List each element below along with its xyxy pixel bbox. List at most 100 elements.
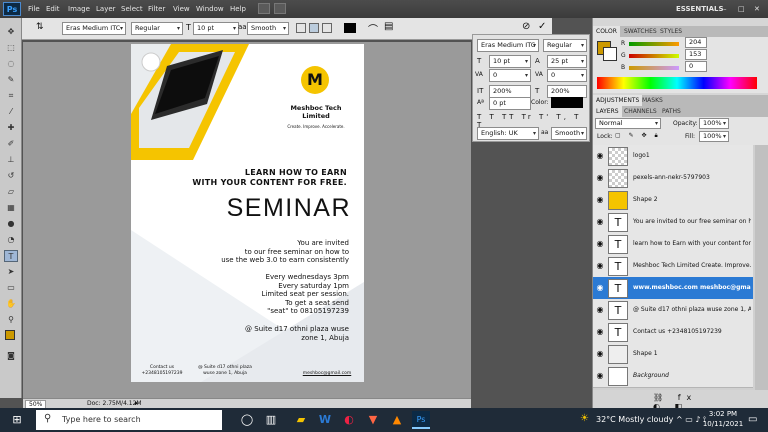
g-slider[interactable] [629, 54, 679, 58]
lasso-tool-icon[interactable]: ◌ [4, 58, 18, 70]
minibridge-icon[interactable] [274, 3, 286, 14]
vlc-icon[interactable]: ▲ [388, 411, 406, 429]
menu-file[interactable]: File [28, 5, 40, 13]
history-brush-icon[interactable]: ↺ [4, 170, 18, 182]
tab-styles[interactable]: STYLES [657, 26, 685, 37]
path-select-icon[interactable]: ➤ [4, 266, 18, 278]
visibility-eye-icon[interactable]: ◉ [595, 261, 605, 271]
menu-select[interactable]: Select [121, 5, 143, 13]
antialias-select[interactable]: Smooth [247, 22, 289, 35]
opacity-input[interactable]: 100% [699, 118, 729, 129]
menu-filter[interactable]: Filter [148, 5, 165, 13]
status-arrow-icon[interactable]: ▸ [135, 399, 139, 407]
windows-start-icon[interactable]: ⊞ [8, 411, 26, 429]
visibility-eye-icon[interactable]: ◉ [595, 349, 605, 359]
zoom-tool-icon[interactable]: ⚲ [4, 314, 18, 326]
move-tool-icon[interactable]: ✥ [4, 26, 18, 38]
search-input[interactable]: Type here to search [36, 410, 222, 430]
task-switch-icon[interactable]: ▥ [262, 411, 280, 429]
text-color-swatch[interactable] [344, 23, 356, 33]
healing-tool-icon[interactable]: ✚ [4, 122, 18, 134]
char-font-family[interactable]: Eras Medium ITC [477, 39, 539, 52]
type-tool-icon[interactable]: T [4, 250, 18, 262]
layer-row[interactable]: ◉ logo1 [593, 145, 753, 168]
blur-tool-icon[interactable]: ● [4, 218, 18, 230]
align-right-icon[interactable] [322, 23, 332, 33]
g-value[interactable]: 153 [685, 49, 707, 60]
layer-row[interactable]: ◉Twww.meshboc.com meshboc@gmail.com [593, 277, 753, 300]
visibility-eye-icon[interactable]: ◉ [595, 327, 605, 337]
shape-tool-icon[interactable]: ▭ [4, 282, 18, 294]
marquee-tool-icon[interactable]: ⬚ [4, 42, 18, 54]
char-style-buttons[interactable]: T T TT Tr T' T, T T [477, 113, 587, 129]
character-panel-icon[interactable]: ▤ [384, 21, 393, 32]
document-canvas[interactable]: M Meshboc Tech Limited Create. Improve. … [131, 44, 364, 382]
char-antialias[interactable]: Smooth [551, 127, 587, 140]
layer-row[interactable]: ◉ Shape 2 [593, 189, 753, 212]
menu-window[interactable]: Window [196, 5, 224, 13]
stamp-tool-icon[interactable]: ⊥ [4, 154, 18, 166]
tab-color[interactable]: COLOR [593, 26, 620, 37]
tab-adjustments[interactable]: ADJUSTMENTS [593, 95, 643, 106]
menu-image[interactable]: Image [68, 5, 90, 13]
tab-swatches[interactable]: SWATCHES [621, 26, 660, 37]
workspace-switcher[interactable]: ESSENTIALS [676, 5, 724, 13]
b-slider[interactable] [629, 66, 679, 70]
warp-text-icon[interactable]: ⌒ [368, 21, 378, 36]
layer-row[interactable]: ◉ T You are invited to our free seminar on… [593, 211, 753, 234]
menu-view[interactable]: View [173, 5, 190, 13]
visibility-eye-icon[interactable]: ◉ [595, 173, 605, 183]
layer-row[interactable]: ◉ Tlearn how to Earn with your content fo… [593, 233, 753, 256]
char-color-swatch[interactable] [551, 97, 583, 108]
powerpoint-icon[interactable]: ◐ [340, 411, 358, 429]
visibility-eye-icon[interactable]: ◉ [595, 239, 605, 249]
layer-row[interactable]: ◉ T Meshboc Tech Limited Create. Improve. … [593, 255, 753, 278]
notifications-icon[interactable]: ▭ [748, 414, 757, 425]
dodge-tool-icon[interactable]: ◔ [4, 234, 18, 246]
visibility-eye-icon[interactable]: ◉ [595, 283, 605, 293]
tab-masks[interactable]: MASKS [639, 95, 666, 106]
visibility-eye-icon[interactable]: ◉ [595, 217, 605, 227]
tab-layers[interactable]: LAYERS [593, 106, 622, 117]
align-center-icon[interactable] [309, 23, 319, 33]
visibility-eye-icon[interactable]: ◉ [595, 151, 605, 161]
menu-help[interactable]: Help [230, 5, 246, 13]
layers-scrollbar[interactable] [755, 145, 768, 390]
color-bg-swatch[interactable] [603, 47, 617, 61]
visibility-eye-icon[interactable]: ◉ [595, 195, 605, 205]
visibility-eye-icon[interactable]: ◉ [595, 371, 605, 381]
color-spectrum[interactable] [597, 77, 757, 89]
r-slider[interactable] [629, 42, 679, 46]
hand-tool-icon[interactable]: ✋ [4, 298, 18, 310]
maximize-icon[interactable]: □ [738, 5, 745, 13]
char-font-size[interactable]: 10 pt [489, 55, 531, 68]
char-kerning[interactable]: 0 [489, 69, 531, 82]
quick-mask-icon[interactable]: ◙ [4, 350, 18, 362]
font-style-select[interactable]: Regular [131, 22, 183, 35]
clock-date[interactable]: 10/11/2021 [702, 420, 744, 428]
bridge-icon[interactable] [258, 3, 270, 14]
font-family-select[interactable]: Eras Medium ITC [62, 22, 126, 35]
minimize-icon[interactable]: – [723, 5, 727, 13]
eraser-tool-icon[interactable]: ▱ [4, 186, 18, 198]
layers-footer-buttons[interactable]: ⛓ fx ◐ ◧ ▭ 🗑︎ [593, 390, 768, 420]
cancel-icon[interactable]: ⊘ [522, 21, 530, 32]
task-view-icon[interactable]: ◯ [238, 411, 256, 429]
align-left-icon[interactable] [296, 23, 306, 33]
quick-select-icon[interactable]: ✎ [4, 74, 18, 86]
layer-row[interactable]: ◉ pexels-ann-nekr-5797903 [593, 167, 753, 190]
menu-edit[interactable]: Edit [46, 5, 60, 13]
brave-icon[interactable]: ▼ [364, 411, 382, 429]
layer-row[interactable]: ◉ T Contact us +2348105197239 [593, 321, 753, 344]
char-language[interactable]: English: UK [477, 127, 539, 140]
eyedropper-tool-icon[interactable]: ⁄ [4, 106, 18, 118]
font-size-select[interactable]: 10 pt [193, 22, 239, 35]
tab-channels[interactable]: CHANNELS [621, 106, 660, 117]
tab-paths[interactable]: PATHS [659, 106, 684, 117]
r-value[interactable]: 204 [685, 37, 707, 48]
close-icon[interactable]: ✕ [754, 5, 760, 13]
gradient-tool-icon[interactable]: ▦ [4, 202, 18, 214]
clock-time[interactable]: 3:02 PM [708, 410, 738, 418]
brush-tool-icon[interactable]: ✐ [4, 138, 18, 150]
visibility-eye-icon[interactable]: ◉ [595, 305, 605, 315]
